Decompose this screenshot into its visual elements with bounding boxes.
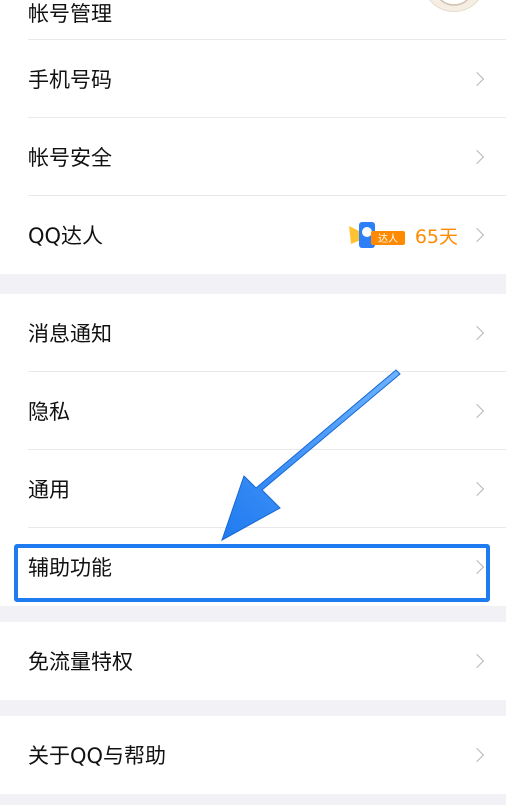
row-data-free-privilege[interactable]: 免流量特权 xyxy=(0,622,506,700)
row-general[interactable]: 通用 xyxy=(0,450,506,528)
qq-master-badge-icon: 达人 xyxy=(348,222,405,248)
row-account-management[interactable]: 帐号管理 xyxy=(0,0,506,40)
chevron-right-icon xyxy=(469,325,485,341)
qq-master-days: 65天 xyxy=(414,225,458,248)
chevron-right-icon xyxy=(469,747,485,763)
row-account-security[interactable]: 帐号安全 xyxy=(0,118,506,196)
row-label: 关于QQ与帮助 xyxy=(28,744,167,768)
row-about-help[interactable]: 关于QQ与帮助 xyxy=(0,716,506,794)
chevron-right-icon xyxy=(469,149,485,165)
row-label: 通用 xyxy=(28,478,70,502)
chevron-right-icon xyxy=(469,227,485,243)
badge-text: 达人 xyxy=(378,233,398,245)
about-group: 关于QQ与帮助 xyxy=(0,716,506,794)
data-privilege-group: 免流量特权 xyxy=(0,622,506,700)
chevron-right-icon xyxy=(469,403,485,419)
row-label: 手机号码 xyxy=(28,68,112,92)
row-qq-master[interactable]: QQ达人 达人 65天 xyxy=(0,196,506,274)
row-phone-number[interactable]: 手机号码 xyxy=(0,40,506,118)
highlight-box xyxy=(14,544,490,602)
row-label: 帐号安全 xyxy=(28,146,112,170)
chevron-right-icon xyxy=(469,653,485,669)
chevron-right-icon xyxy=(469,481,485,497)
row-label: 消息通知 xyxy=(28,322,112,346)
avatar-image xyxy=(439,0,469,6)
row-message-notification[interactable]: 消息通知 xyxy=(0,294,506,372)
chevron-right-icon xyxy=(469,71,485,87)
avatar[interactable] xyxy=(422,0,486,12)
row-privacy[interactable]: 隐私 xyxy=(0,372,506,450)
qq-master-badge: 达人 65天 xyxy=(347,218,458,252)
account-group: 帐号管理 手机号码 帐号安全 QQ达人 达人 65天 xyxy=(0,0,506,274)
row-label: QQ达人 xyxy=(28,224,104,248)
row-label: 隐私 xyxy=(28,400,70,424)
row-label: 帐号管理 xyxy=(28,2,112,26)
row-label: 免流量特权 xyxy=(28,650,133,674)
